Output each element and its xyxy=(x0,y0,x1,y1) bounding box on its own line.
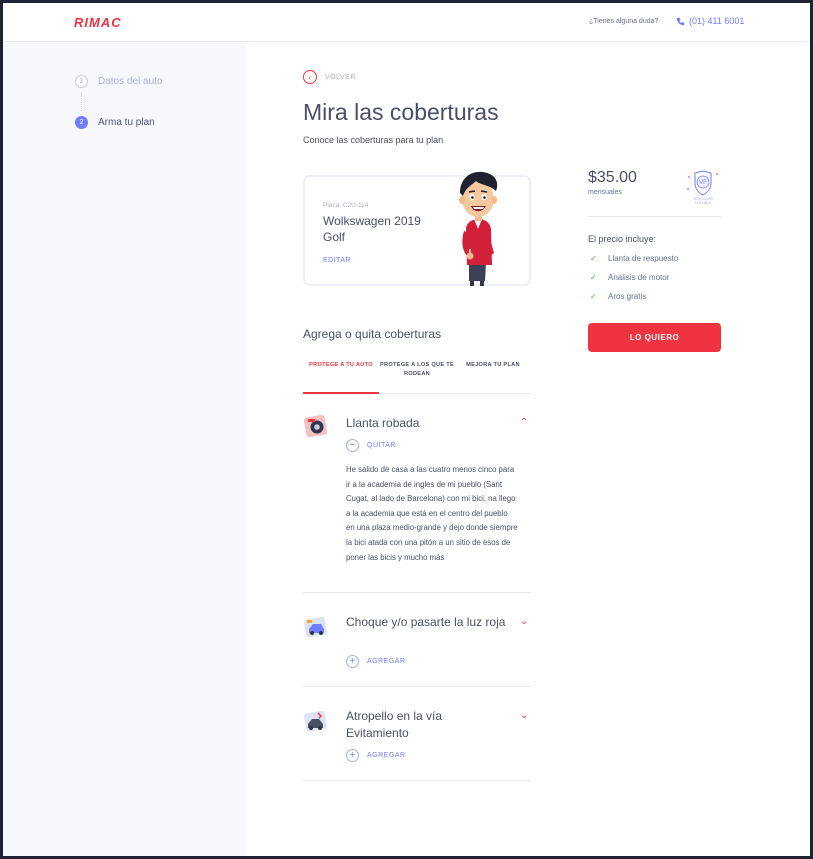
lo-quiero-button[interactable]: LO QUIERO xyxy=(588,323,721,352)
car-name: Wolkswagen 2019 Golf xyxy=(323,214,421,244)
coverage-title: Llanta robada xyxy=(346,416,420,430)
include-label: Analisis de motor xyxy=(608,273,670,282)
chevron-left-icon: ‹ xyxy=(303,70,317,84)
car-plate: Placa: C2U-114 xyxy=(323,202,369,209)
page: RIMAC ¿Tienes alguna duda? (01) 411 6001… xyxy=(3,3,810,856)
include-label: Aros gratis xyxy=(608,292,647,301)
coverage-item-llanta-robada: Llanta robada ⌃ − QUITAR He salido de ca… xyxy=(303,395,531,593)
coverage-item-choque: Choque y/o pasarte la luz roja ⌄ + AGREG… xyxy=(303,594,531,687)
tab-protege-a-tu-auto[interactable]: PROTEGE A TU AUTO xyxy=(303,361,379,370)
badge-label: VEHICULAR FLEXIBLE xyxy=(692,197,714,205)
edit-car-link[interactable]: EDITAR xyxy=(323,257,351,264)
step-datos-del-auto[interactable]: 1 Datos del auto xyxy=(75,75,163,88)
page-title: Mira las coberturas xyxy=(303,99,499,125)
coverage-title: Choque y/o pasarte la luz roja xyxy=(346,615,506,629)
include-item: ✓ Analisis de motor xyxy=(590,273,669,282)
include-item: ✓ Llanta de respuesto xyxy=(590,254,678,263)
help-question: ¿Tienes alguna duda? xyxy=(589,18,659,25)
badge-text: VF xyxy=(699,180,707,186)
includes-title: El precio incluye: xyxy=(588,234,657,244)
step-number: 1 xyxy=(75,75,88,88)
step-label: Datos del auto xyxy=(98,76,163,87)
shield-badge-icon: VF xyxy=(687,170,718,196)
plus-icon: + xyxy=(346,655,359,668)
step-label: Arma tu plan xyxy=(98,117,155,128)
include-item: ✓ Aros gratis xyxy=(590,292,646,301)
chevron-down-icon[interactable]: ⌄ xyxy=(520,616,528,627)
chevron-up-icon[interactable]: ⌃ xyxy=(520,417,528,428)
include-label: Llanta de respuesto xyxy=(608,254,679,263)
step-number: 2 xyxy=(75,116,88,129)
coverage-action-label: AGREGAR xyxy=(367,752,406,759)
check-icon: ✓ xyxy=(590,254,597,263)
plus-icon: + xyxy=(346,749,359,762)
tab-protege-a-los-que-te-rodean[interactable]: PROTEGE A LOS QUE TE RODEAN xyxy=(379,361,455,379)
header: RIMAC ¿Tienes alguna duda? (01) 411 6001 xyxy=(3,3,810,42)
coverage-item-atropello: Atropello en la vía Evitamiento ⌄ + AGRE… xyxy=(303,688,531,781)
check-icon: ✓ xyxy=(590,273,597,282)
coverage-tabs: PROTEGE A TU AUTO PROTEGE A LOS QUE TE R… xyxy=(303,355,531,394)
tire-icon xyxy=(303,414,328,438)
phone-link[interactable]: (01) 411 6001 xyxy=(676,16,744,26)
coverage-title: Atropello en la vía Evitamiento xyxy=(346,709,443,740)
step-arma-tu-plan[interactable]: 2 Arma tu plan xyxy=(75,116,155,129)
coverage-action-label: QUITAR xyxy=(367,442,396,449)
coverages-title: Agrega o quita coberturas xyxy=(303,327,442,341)
step-connector xyxy=(81,93,82,111)
back-button[interactable]: ‹ VOLVER xyxy=(303,70,356,84)
rimac-logo[interactable]: RIMAC xyxy=(74,15,122,30)
page-subtitle: Conoce las coberturas para tu plan xyxy=(303,135,444,145)
add-coverage-button[interactable]: + AGREGAR xyxy=(346,749,406,762)
active-tab-indicator xyxy=(303,392,379,394)
coverage-action-label: AGREGAR xyxy=(367,658,406,665)
pedestrian-icon xyxy=(304,710,327,732)
coverage-description: He salido de casa a las cuatro menos cin… xyxy=(346,465,518,562)
check-icon: ✓ xyxy=(590,292,597,301)
mascot-illustration xyxy=(459,171,498,286)
add-coverage-button[interactable]: + AGREGAR xyxy=(346,655,406,668)
chevron-down-icon[interactable]: ⌄ xyxy=(520,710,528,721)
steps-sidebar: 1 Datos del auto 2 Arma tu plan xyxy=(3,43,246,856)
divider xyxy=(588,216,721,217)
phone-number: (01) 411 6001 xyxy=(689,16,745,26)
car-crash-icon xyxy=(304,616,327,638)
remove-coverage-button[interactable]: − QUITAR xyxy=(346,439,396,452)
tab-mejora-tu-plan[interactable]: MEJORA TU PLAN xyxy=(455,361,531,370)
back-label: VOLVER xyxy=(325,73,356,81)
minus-icon: − xyxy=(346,439,359,452)
phone-icon xyxy=(676,17,685,25)
